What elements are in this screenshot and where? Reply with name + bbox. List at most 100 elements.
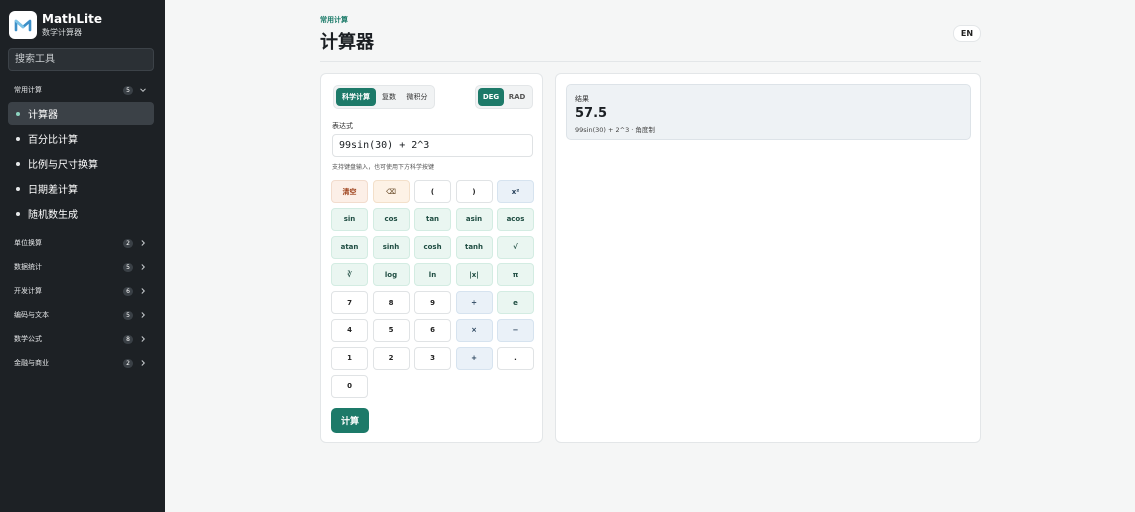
sidebar-group-dev[interactable]: 开发计算 6 xyxy=(0,279,165,303)
deg-button[interactable]: DEG xyxy=(478,88,504,106)
key-backspace-button[interactable]: ⌫ xyxy=(372,180,410,203)
sidebar-item-label: 比例与尺寸换算 xyxy=(28,160,98,171)
chevron-right-icon xyxy=(139,263,147,271)
group-count-badge: 2 xyxy=(123,358,133,368)
search-input[interactable] xyxy=(8,48,154,71)
tab-complex[interactable]: 复数 xyxy=(376,88,402,106)
group-count-badge: 8 xyxy=(123,334,133,344)
key-digit-1-button[interactable]: 1 xyxy=(331,346,368,370)
chevron-right-icon xyxy=(139,287,147,295)
keypad: 清空 ⌫() x² sin cos tan asin acos atan sinh cosh tanh… xyxy=(331,180,535,398)
key-digit-7-button[interactable]: 7 xyxy=(331,291,368,315)
sidebar-group-stats[interactable]: 数据统计 5 xyxy=(0,255,165,279)
key-cos-button[interactable]: cos xyxy=(372,207,410,231)
group-label: 金融与商业 xyxy=(14,359,49,367)
result-value: 57.5 xyxy=(575,106,608,121)
key-sin-button[interactable]: sin xyxy=(331,207,368,231)
key-tanh-button[interactable]: tanh xyxy=(455,235,493,259)
rad-button[interactable]: RAD xyxy=(504,88,530,106)
group-count-badge: 5 xyxy=(123,262,133,272)
key-digit-6-button[interactable]: 6 xyxy=(414,318,451,342)
compute-button[interactable]: 计算 xyxy=(331,408,369,433)
key-digit-3-button[interactable]: 3 xyxy=(414,346,451,370)
sidebar-item-random[interactable]: 随机数生成 xyxy=(8,202,154,225)
angle-unit-toggle: DEG RAD xyxy=(475,85,533,109)
bullet-dot-icon xyxy=(16,136,20,141)
key-power-button[interactable]: x² xyxy=(497,180,534,203)
header-divider xyxy=(320,61,981,62)
input-hint: 支持键盘输入，也可使用下方科学按键 xyxy=(332,164,435,171)
sidebar-nav: 常用计算 5 计算器 百分比计算 比例与尺寸换算 日期差计算 随机数生成 单位换… xyxy=(0,78,165,375)
result-description: 99sin(30) + 2^3 · 角度制 xyxy=(575,126,655,134)
chevron-right-icon xyxy=(139,311,147,319)
chevron-right-icon xyxy=(139,239,147,247)
mode-tabs: 科学计算 复数 微积分 xyxy=(333,85,435,109)
group-label: 单位换算 xyxy=(14,239,42,247)
key-decimal-button[interactable]: . xyxy=(497,346,534,370)
sidebar-item-date-diff[interactable]: 日期差计算 xyxy=(8,177,154,200)
sidebar-item-ratio[interactable]: 比例与尺寸换算 xyxy=(8,152,154,175)
key-paren-open-button[interactable]: ( xyxy=(414,180,451,203)
language-toggle-button[interactable]: EN xyxy=(953,25,981,42)
group-label: 编码与文本 xyxy=(14,311,49,319)
key-digit-9-button[interactable]: 9 xyxy=(414,291,451,315)
group-label: 数学公式 xyxy=(14,335,42,343)
sidebar-item-percentage[interactable]: 百分比计算 xyxy=(8,127,154,150)
calculator-panel: 科学计算 复数 微积分 DEG RAD 表达式 支持键盘输入，也可使用下方科学按… xyxy=(320,73,543,443)
key-sqrt-button[interactable]: √ xyxy=(497,235,534,259)
tab-calculus[interactable]: 微积分 xyxy=(402,88,432,106)
app-name: MathLite xyxy=(42,11,102,26)
key-acos-button[interactable]: acos xyxy=(497,207,534,231)
result-panel: 结果 57.5 99sin(30) + 2^3 · 角度制 xyxy=(555,73,981,443)
group-count-badge: 2 xyxy=(123,238,133,248)
key-digit-4-button[interactable]: 4 xyxy=(331,318,368,342)
key-digit-0-button[interactable]: 0 xyxy=(331,374,368,398)
sidebar-group-common[interactable]: 常用计算 5 xyxy=(0,78,165,102)
key-asin-button[interactable]: asin xyxy=(455,207,493,231)
key-cosh-button[interactable]: cosh xyxy=(414,235,451,259)
key-add-button[interactable]: + xyxy=(455,346,493,370)
key-atan-button[interactable]: atan xyxy=(331,235,368,259)
key-abs-button[interactable]: |x| xyxy=(455,263,493,287)
key-tan-button[interactable]: tan xyxy=(414,207,451,231)
sidebar-item-label: 百分比计算 xyxy=(28,135,78,146)
sidebar-group-unit[interactable]: 单位换算 2 xyxy=(0,231,165,255)
chevron-right-icon xyxy=(139,335,147,343)
brand[interactable]: MathLite 数学计算器 xyxy=(9,11,102,39)
sidebar-group-encoding[interactable]: 编码与文本 5 xyxy=(0,303,165,327)
sidebar: MathLite 数学计算器 常用计算 5 计算器 百分比计算 比例与尺寸换算 xyxy=(0,0,165,512)
group-count-badge: 5 xyxy=(123,85,133,95)
result-label: 结果 xyxy=(575,95,589,103)
key-multiply-button[interactable]: × xyxy=(455,318,493,342)
app-subtitle: 数学计算器 xyxy=(42,27,82,37)
sidebar-item-calculator[interactable]: 计算器 xyxy=(8,102,154,125)
tab-scientific[interactable]: 科学计算 xyxy=(336,88,376,106)
key-subtract-button[interactable]: − xyxy=(497,318,534,342)
sidebar-item-label: 计算器 xyxy=(28,110,58,121)
key-digit-5-button[interactable]: 5 xyxy=(372,318,410,342)
sidebar-item-label: 日期差计算 xyxy=(28,185,78,196)
chevron-right-icon xyxy=(139,359,147,367)
sidebar-group-finance[interactable]: 金融与商业 2 xyxy=(0,351,165,375)
key-digit-2-button[interactable]: 2 xyxy=(372,346,410,370)
key-paren-close-button[interactable]: ) xyxy=(455,180,493,203)
breadcrumb: 常用计算 xyxy=(320,16,348,24)
key-cbrt-button[interactable]: ∛ xyxy=(331,263,368,287)
expression-input[interactable] xyxy=(332,134,533,157)
sidebar-group-formula[interactable]: 数学公式 8 xyxy=(0,327,165,351)
bullet-dot-icon xyxy=(16,211,20,216)
group-label: 数据统计 xyxy=(14,263,42,271)
chevron-down-icon xyxy=(139,86,147,94)
logo-icon xyxy=(9,11,37,39)
key-log-button[interactable]: log xyxy=(372,263,410,287)
key-ln-button[interactable]: ln xyxy=(414,263,451,287)
bullet-dot-icon xyxy=(16,111,20,116)
key-divide-button[interactable]: ÷ xyxy=(455,291,493,315)
key-euler-button[interactable]: e xyxy=(497,291,534,315)
key-digit-8-button[interactable]: 8 xyxy=(372,291,410,315)
key-sinh-button[interactable]: sinh xyxy=(372,235,410,259)
key-clear-button[interactable]: 清空 xyxy=(331,180,368,203)
bullet-dot-icon xyxy=(16,186,20,191)
group-count-badge: 6 xyxy=(123,286,133,296)
key-pi-button[interactable]: π xyxy=(497,263,534,287)
